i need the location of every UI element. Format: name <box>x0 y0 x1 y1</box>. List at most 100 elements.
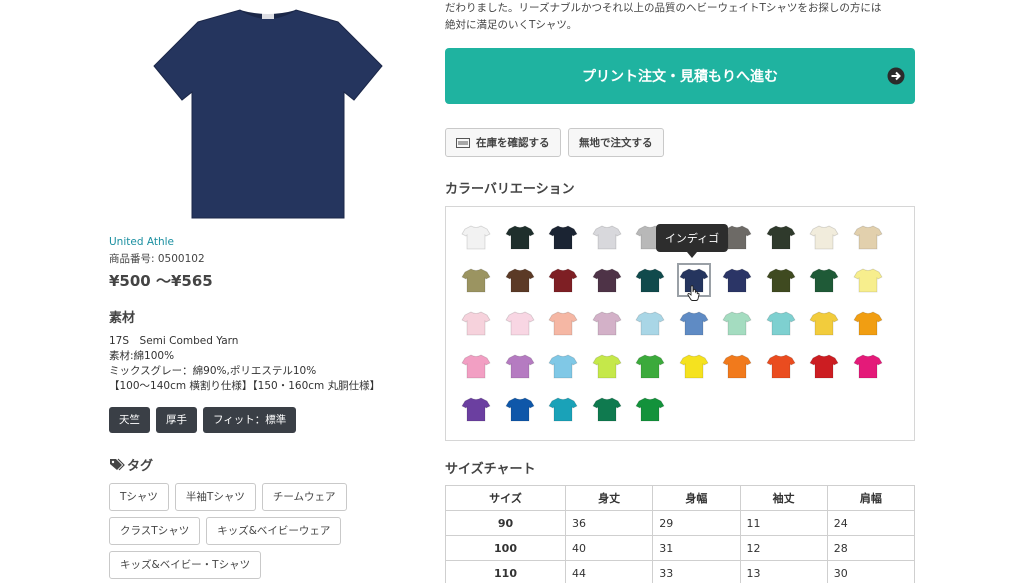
tshirt-icon <box>461 268 491 293</box>
color-variation-heading: カラーバリエーション <box>445 182 575 197</box>
table-cell: 90 <box>445 510 566 536</box>
color-swatch[interactable] <box>546 306 580 340</box>
material-line: ミックスグレー：綿90%,ポリエステル10% <box>109 365 317 377</box>
fabric-badge: フィット：標準 <box>203 407 297 433</box>
tshirt-icon <box>678 354 709 379</box>
color-swatch[interactable] <box>590 349 624 383</box>
table-cell: 44 <box>564 560 654 583</box>
color-swatch[interactable] <box>459 306 493 340</box>
color-swatch[interactable] <box>459 349 493 383</box>
tshirt-icon <box>548 268 578 293</box>
color-swatch[interactable] <box>807 220 841 254</box>
tag-chip[interactable]: 半袖Tシャツ <box>174 483 256 511</box>
tshirt-icon <box>809 354 839 379</box>
color-tooltip: インディゴ <box>656 224 728 258</box>
tag-chip[interactable]: チームウェア <box>261 483 347 511</box>
size-chart-table: サイズ 身丈 身幅 袖丈 肩幅 90 36 29 11 24 100 40 31… <box>445 485 916 583</box>
color-swatch[interactable] <box>546 392 580 426</box>
table-cell: 40 <box>564 535 654 561</box>
tshirt-icon <box>852 311 883 336</box>
tshirt-icon <box>591 268 622 293</box>
color-swatch[interactable] <box>851 220 885 254</box>
table-cell: 36 <box>564 510 654 536</box>
color-swatch[interactable] <box>546 263 580 297</box>
color-swatch[interactable] <box>851 349 885 383</box>
color-swatch[interactable] <box>590 263 624 297</box>
color-swatch[interactable] <box>764 306 798 340</box>
tshirt-icon <box>591 354 622 379</box>
color-swatch[interactable] <box>764 349 798 383</box>
color-swatch[interactable] <box>590 306 624 340</box>
table-row: 100 40 31 12 28 <box>445 535 916 561</box>
color-swatch[interactable] <box>546 220 580 254</box>
color-swatch[interactable] <box>590 220 624 254</box>
table-cell: 12 <box>739 535 828 561</box>
color-swatch[interactable] <box>633 392 667 426</box>
stock-icon <box>456 137 470 148</box>
color-swatch[interactable] <box>459 220 493 254</box>
tshirt-icon <box>722 268 752 293</box>
arrow-right-icon <box>887 67 905 85</box>
color-swatch[interactable] <box>764 220 798 254</box>
tag-heading-label: タグ <box>127 459 154 474</box>
brand-name[interactable]: United Athle <box>109 236 174 248</box>
check-stock-label: 在庫を確認する <box>476 137 550 149</box>
tshirt-icon <box>722 311 752 336</box>
color-swatch[interactable] <box>720 349 754 383</box>
material-line: 【100〜140cm 横割り仕様】【150・160cm 丸胴仕様】 <box>109 380 381 392</box>
tshirt-icon <box>548 311 578 336</box>
column-header: 身丈 <box>564 485 654 511</box>
tshirt-icon <box>548 397 578 422</box>
tshirt-icon <box>461 397 491 422</box>
table-cell: 110 <box>445 560 566 583</box>
tag-chip[interactable]: Tシャツ <box>109 483 169 511</box>
tshirt-icon <box>809 268 839 293</box>
tshirt-icon <box>591 397 622 422</box>
color-swatch[interactable] <box>807 263 841 297</box>
check-stock-button[interactable]: 在庫を確認する <box>445 128 561 157</box>
material-line: 素材:綿100% <box>109 350 175 362</box>
color-swatch[interactable] <box>459 263 493 297</box>
tshirt-icon <box>635 268 665 293</box>
color-swatch[interactable] <box>590 392 624 426</box>
plain-order-label: 無地で注文する <box>579 137 653 149</box>
color-swatch[interactable] <box>633 306 667 340</box>
color-swatch[interactable] <box>503 349 537 383</box>
color-swatch[interactable] <box>851 263 885 297</box>
description-line: 絶対に満足のいくTシャツ。 <box>445 19 578 31</box>
tag-chip[interactable]: クラスTシャツ <box>109 517 201 545</box>
tshirt-icon <box>678 311 709 336</box>
tshirt-icon <box>548 354 578 379</box>
color-swatch[interactable] <box>459 392 493 426</box>
tag-chip[interactable]: キッズ&ベイビー・Tシャツ <box>109 551 262 579</box>
tshirt-icon <box>504 354 535 379</box>
color-swatch[interactable] <box>720 263 754 297</box>
table-cell: 13 <box>739 560 828 583</box>
column-header: 身幅 <box>652 485 741 511</box>
color-swatch[interactable] <box>633 349 667 383</box>
tag-chip[interactable]: キッズ&ベイビーウェア <box>206 517 342 545</box>
color-swatch[interactable] <box>503 392 537 426</box>
plain-order-button[interactable]: 無地で注文する <box>568 128 664 157</box>
color-swatch[interactable] <box>720 306 754 340</box>
material-heading: 素材 <box>109 311 136 326</box>
color-swatch[interactable] <box>851 306 885 340</box>
tshirt-icon <box>548 225 578 250</box>
color-swatch[interactable] <box>764 263 798 297</box>
tshirt-icon <box>591 311 622 336</box>
color-swatch[interactable] <box>807 306 841 340</box>
print-order-label: プリント注文・見積もりへ進む <box>582 69 778 85</box>
table-cell: 100 <box>445 535 566 561</box>
color-swatch[interactable] <box>503 306 537 340</box>
color-swatch[interactable] <box>677 306 711 340</box>
color-swatch[interactable] <box>677 349 711 383</box>
color-swatch[interactable] <box>633 263 667 297</box>
color-swatch[interactable] <box>546 349 580 383</box>
color-swatch[interactable] <box>503 263 537 297</box>
tshirt-icon <box>765 268 796 293</box>
print-order-button[interactable]: プリント注文・見積もりへ進む <box>445 48 915 104</box>
column-header: 袖丈 <box>739 485 828 511</box>
color-swatch[interactable] <box>807 349 841 383</box>
color-swatch[interactable] <box>503 220 537 254</box>
column-header: 肩幅 <box>826 485 916 511</box>
